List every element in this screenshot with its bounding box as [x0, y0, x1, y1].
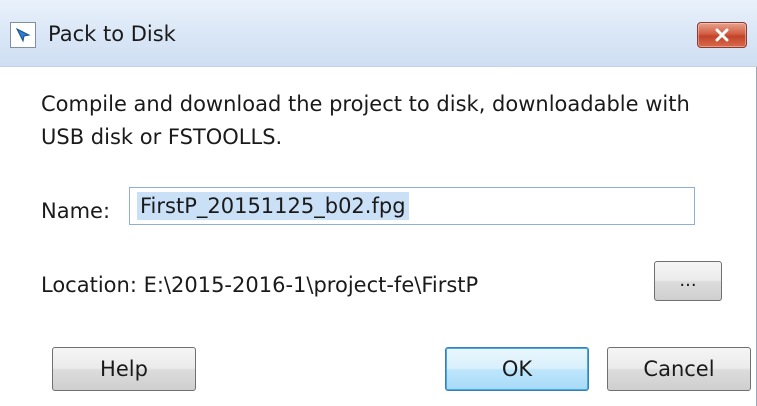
help-button[interactable]: Help [52, 347, 196, 391]
browse-button[interactable]: ... [654, 261, 722, 301]
close-button[interactable] [697, 22, 747, 48]
dialog-body: Compile and download the project to disk… [0, 66, 757, 406]
title-bar[interactable]: Pack to Disk [0, 0, 757, 67]
dialog-app-icon [10, 22, 36, 48]
close-icon [715, 28, 729, 42]
cancel-button[interactable]: Cancel [607, 347, 751, 391]
window-title: Pack to Disk [48, 22, 176, 46]
ok-button[interactable]: OK [445, 347, 589, 391]
pack-to-disk-dialog: Pack to Disk Compile and download the pr… [0, 0, 757, 406]
name-input[interactable] [129, 187, 695, 225]
location-text: Location: E:\2015-2016-1\project-fe\Firs… [41, 273, 479, 297]
description-text: Compile and download the project to disk… [41, 92, 690, 149]
name-label: Name: [41, 199, 111, 223]
